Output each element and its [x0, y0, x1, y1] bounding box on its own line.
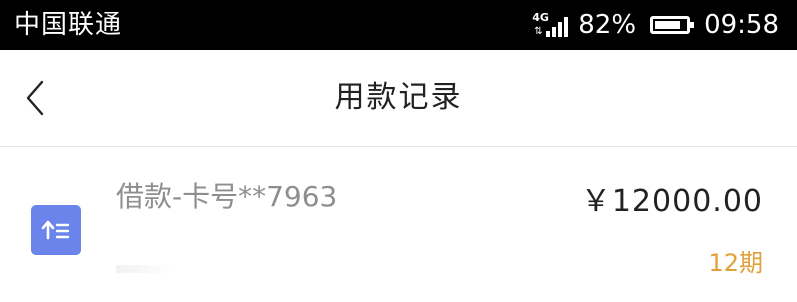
navigation-bar: 用款记录: [0, 50, 797, 147]
upload-list-icon-glyph: [41, 220, 70, 240]
clock: 09:58: [704, 10, 779, 40]
signal-bar: [558, 22, 563, 37]
page-title: 用款记录: [334, 80, 463, 115]
signal-icon: 4G ⇅: [532, 11, 570, 39]
record-term: 12期: [708, 249, 763, 277]
status-indicators: 4G ⇅ 82% 09:58: [532, 0, 779, 50]
record-title: 借款-卡号**7963: [116, 180, 338, 213]
upload-list-icon: [31, 205, 81, 255]
battery-icon: [650, 16, 695, 34]
carrier-name: 中国联通: [14, 10, 123, 40]
signal-bar: [546, 31, 551, 37]
status-bar: 中国联通 4G ⇅ 82% 09:58: [0, 0, 797, 50]
record-amount: ￥12000.00: [580, 184, 763, 219]
network-type-label: 4G: [532, 11, 549, 24]
battery-tip: [690, 22, 695, 28]
list-item[interactable]: 借款-卡号**7963 ￥12000.00 12期: [0, 147, 797, 302]
battery-percent: 82%: [578, 10, 637, 40]
record-subtitle-placeholder: [116, 265, 176, 273]
record-list: 借款-卡号**7963 ￥12000.00 12期: [0, 147, 797, 302]
data-arrows-icon: ⇅: [534, 26, 543, 37]
signal-bar: [564, 17, 569, 37]
signal-bar: [552, 27, 557, 37]
battery-fill: [655, 21, 681, 29]
